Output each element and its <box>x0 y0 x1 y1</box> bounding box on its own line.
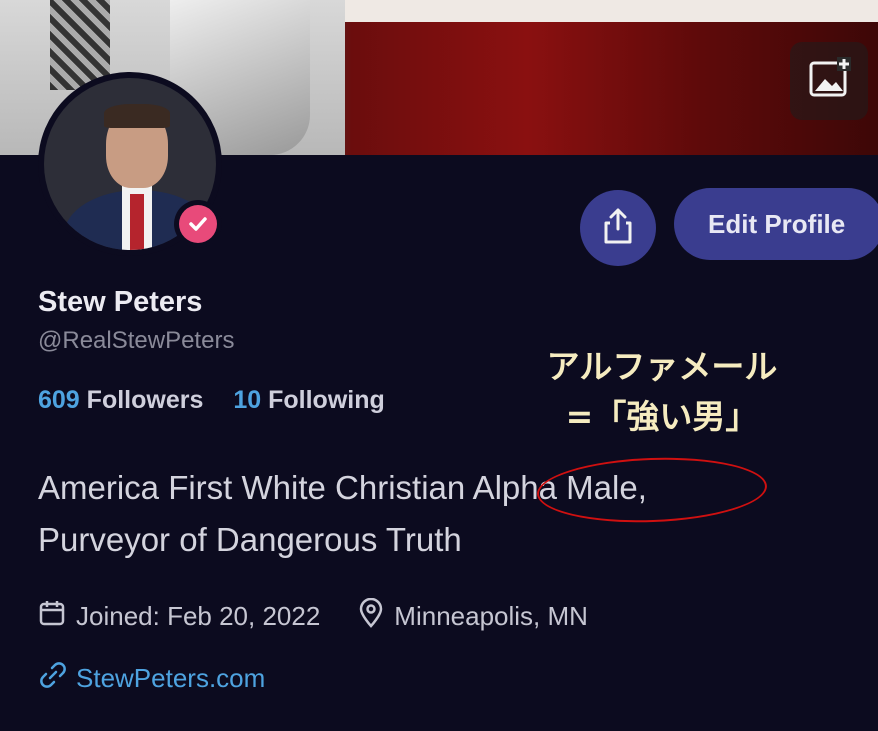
share-button[interactable] <box>580 190 656 266</box>
followers-count: 609 <box>38 386 80 414</box>
follow-stats: 609 Followers 10 Following <box>38 386 385 415</box>
followers-link[interactable]: 609 Followers <box>38 386 203 414</box>
joined-date: Joined: Feb 20, 2022 <box>76 601 321 631</box>
following-link[interactable]: 10 Following <box>233 386 384 414</box>
display-name: Stew Peters <box>38 286 203 318</box>
change-banner-button[interactable] <box>790 42 868 120</box>
annotation-line2: =「強い男」 <box>565 397 759 436</box>
location-pin-icon <box>358 597 394 635</box>
calendar-icon <box>38 599 76 634</box>
website-link[interactable]: StewPeters.com <box>38 660 265 697</box>
verified-check-icon <box>179 205 217 243</box>
avatar-tie <box>130 194 144 250</box>
following-label: Following <box>268 386 385 414</box>
edit-profile-button[interactable]: Edit Profile <box>674 188 878 260</box>
add-image-icon <box>807 56 851 106</box>
banner-stripe <box>345 0 878 22</box>
share-icon <box>600 207 636 250</box>
handle: @RealStewPeters <box>38 327 235 354</box>
bio-line2: Purveyor of Dangerous Truth <box>38 521 462 558</box>
website-text[interactable]: StewPeters.com <box>76 663 265 694</box>
link-icon <box>38 660 76 697</box>
following-count: 10 <box>233 386 262 414</box>
verified-badge <box>174 200 222 248</box>
annotation-text: アルファメール =「強い男」 <box>532 342 792 442</box>
avatar-hair <box>104 104 170 128</box>
joined-item: Joined: Feb 20, 2022 <box>38 599 320 634</box>
location-text: Minneapolis, MN <box>394 601 588 631</box>
followers-label: Followers <box>86 386 204 414</box>
annotation-line1: アルファメール <box>546 347 778 386</box>
profile-meta: Joined: Feb 20, 2022 Minneapolis, MN <box>38 597 588 635</box>
location-item: Minneapolis, MN <box>358 597 588 635</box>
